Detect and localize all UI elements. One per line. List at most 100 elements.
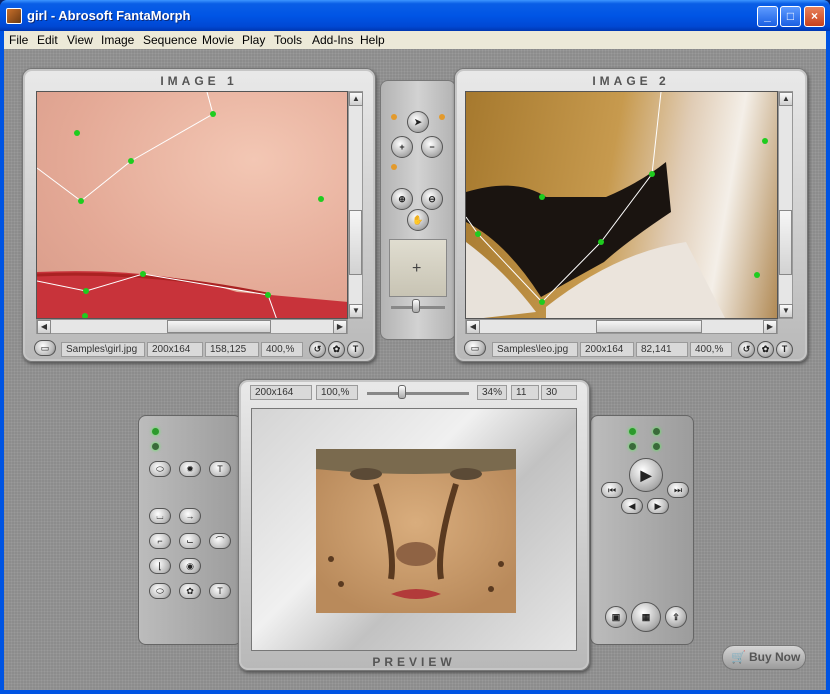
feature-button[interactable]: ⌙ bbox=[179, 533, 201, 549]
scroll-down-icon[interactable]: ▼ bbox=[349, 304, 363, 318]
image2-text-button[interactable]: T bbox=[776, 341, 793, 358]
loop-led[interactable] bbox=[629, 428, 636, 435]
feature-button[interactable]: ⌊ bbox=[149, 558, 171, 574]
eye-icon[interactable]: ◉ bbox=[179, 558, 201, 574]
application-window: girl - Abrosoft FantaMorph _ □ × File Ed… bbox=[0, 0, 830, 694]
image1-open-button[interactable]: ▭ bbox=[34, 340, 56, 356]
feature-button[interactable]: ⌐ bbox=[149, 533, 171, 549]
feature-button[interactable]: ⌒ bbox=[209, 533, 231, 549]
option-led[interactable] bbox=[152, 428, 159, 435]
next-frame-icon[interactable]: ▶ bbox=[647, 498, 669, 514]
image2-undo-icon[interactable]: ↺ bbox=[738, 341, 755, 358]
scroll-left-icon[interactable]: ◀ bbox=[37, 320, 51, 334]
menu-help[interactable]: Help bbox=[360, 33, 385, 47]
image1-vscroll-thumb[interactable] bbox=[349, 210, 362, 275]
image2-vscroll[interactable]: ▲ ▼ bbox=[778, 91, 793, 319]
export-icon[interactable]: ⇪ bbox=[665, 606, 687, 628]
reverse-led[interactable] bbox=[653, 443, 660, 450]
navigator-box[interactable]: + bbox=[389, 239, 447, 297]
text-button[interactable]: T bbox=[209, 461, 231, 477]
image1-vscroll[interactable]: ▲ ▼ bbox=[348, 91, 363, 319]
preview-panel: 200x164 100,% 34% 11 30 PREVIEW bbox=[238, 379, 590, 671]
right-console: ▶ ⏮ ⏭ ◀ ▶ ▣ ▦ ⇪ bbox=[590, 415, 694, 645]
zoom-out-icon[interactable]: ⊖ bbox=[421, 188, 443, 210]
caption-button[interactable]: T bbox=[209, 583, 231, 599]
morph-slider-thumb[interactable] bbox=[397, 385, 406, 399]
scroll-right-icon[interactable]: ▶ bbox=[333, 320, 347, 334]
minimize-button[interactable]: _ bbox=[757, 6, 778, 27]
indicator-light bbox=[391, 114, 397, 120]
scroll-right-icon[interactable]: ▶ bbox=[763, 320, 777, 334]
menu-tools[interactable]: Tools bbox=[274, 33, 302, 47]
effect-button[interactable]: ✹ bbox=[179, 461, 201, 477]
menu-play[interactable]: Play bbox=[242, 33, 265, 47]
image2-vscroll-thumb[interactable] bbox=[779, 210, 792, 275]
add-point-icon[interactable]: + bbox=[391, 136, 413, 158]
image1-zoom-select[interactable]: 400,% bbox=[261, 342, 303, 357]
indicator-light bbox=[391, 164, 397, 170]
menu-view[interactable]: View bbox=[67, 33, 93, 47]
scroll-up-icon[interactable]: ▲ bbox=[779, 92, 793, 106]
zoom-in-icon[interactable]: ⊕ bbox=[391, 188, 413, 210]
image1-hscroll[interactable]: ◀ ▶ bbox=[36, 319, 348, 334]
crosshair-icon: + bbox=[412, 260, 422, 277]
close-button[interactable]: × bbox=[804, 6, 825, 27]
menu-movie[interactable]: Movie bbox=[202, 33, 234, 47]
image1-viewport[interactable] bbox=[36, 91, 348, 319]
buy-now-button[interactable]: 🛒 Buy Now bbox=[722, 645, 806, 670]
maximize-button[interactable]: □ bbox=[780, 6, 801, 27]
image1-undo-icon[interactable]: ↺ bbox=[309, 341, 326, 358]
image2-settings-icon[interactable]: ✿ bbox=[757, 341, 774, 358]
image2-panel: IMAGE 2 ▲ ▼ ◀ ▶ ▭ Samples\leo.jpg 200x16… bbox=[454, 68, 808, 362]
image1-hscroll-thumb[interactable] bbox=[167, 320, 271, 333]
camera-icon[interactable]: ▣ bbox=[605, 606, 627, 628]
prev-frame-icon[interactable]: ◀ bbox=[621, 498, 643, 514]
frame-number: 11 bbox=[511, 385, 539, 400]
image1-canvas[interactable] bbox=[37, 92, 348, 319]
first-frame-icon[interactable]: ⏮ bbox=[601, 482, 623, 498]
arrow-right-icon[interactable]: → bbox=[179, 508, 201, 524]
image2-hscroll[interactable]: ◀ ▶ bbox=[465, 319, 778, 334]
image1-coords: 158,125 bbox=[205, 342, 259, 357]
image2-zoom-select[interactable]: 400,% bbox=[690, 342, 732, 357]
image2-hscroll-thumb[interactable] bbox=[596, 320, 702, 333]
film-icon[interactable]: ▦ bbox=[631, 602, 661, 632]
menu-image[interactable]: Image bbox=[101, 33, 134, 47]
hand-icon[interactable]: ✋ bbox=[407, 209, 429, 231]
last-frame-icon[interactable]: ⏭ bbox=[667, 482, 689, 498]
play-icon[interactable]: ▶ bbox=[629, 458, 663, 492]
repeat-led[interactable] bbox=[653, 428, 660, 435]
morph-slider-track[interactable] bbox=[367, 392, 469, 395]
zoom-slider-thumb[interactable] bbox=[412, 299, 420, 313]
mask-button[interactable]: ⬭ bbox=[149, 583, 171, 599]
arrow-cursor-icon[interactable]: ➤ bbox=[407, 111, 429, 133]
preview-area bbox=[251, 408, 577, 651]
image1-text-button[interactable]: T bbox=[347, 341, 364, 358]
scroll-left-icon[interactable]: ◀ bbox=[466, 320, 480, 334]
preview-title: PREVIEW bbox=[372, 655, 456, 669]
image1-settings-icon[interactable]: ✿ bbox=[328, 341, 345, 358]
remove-point-icon[interactable]: − bbox=[421, 136, 443, 158]
menu-edit[interactable]: Edit bbox=[37, 33, 58, 47]
shape-button[interactable]: ⬭ bbox=[149, 461, 171, 477]
preview-zoom-select[interactable]: 100,% bbox=[316, 385, 358, 400]
preview-size-select[interactable]: 200x164 bbox=[250, 385, 312, 400]
scroll-up-icon[interactable]: ▲ bbox=[349, 92, 363, 106]
image2-size: 200x164 bbox=[580, 342, 634, 357]
workspace: IMAGE 1 ▲ ▼ ◀ ▶ ▭ Samples\girl.jpg 200x1… bbox=[4, 49, 826, 690]
menu-sequence[interactable]: Sequence bbox=[143, 33, 197, 47]
image2-open-button[interactable]: ▭ bbox=[464, 340, 486, 356]
option-led[interactable] bbox=[152, 443, 159, 450]
image2-coords: 82,141 bbox=[636, 342, 688, 357]
image2-viewport[interactable] bbox=[465, 91, 778, 319]
curve-button[interactable]: ⌴ bbox=[149, 508, 171, 524]
scroll-down-icon[interactable]: ▼ bbox=[779, 304, 793, 318]
menu-file[interactable]: File bbox=[9, 33, 28, 47]
app-icon bbox=[6, 8, 22, 24]
morph-preview-image bbox=[316, 449, 516, 613]
menu-add-ins[interactable]: Add-Ins bbox=[312, 33, 353, 47]
frame-count[interactable]: 30 bbox=[541, 385, 577, 400]
gear-icon[interactable]: ✿ bbox=[179, 583, 201, 599]
image2-canvas[interactable] bbox=[466, 92, 778, 319]
bounce-led[interactable] bbox=[629, 443, 636, 450]
